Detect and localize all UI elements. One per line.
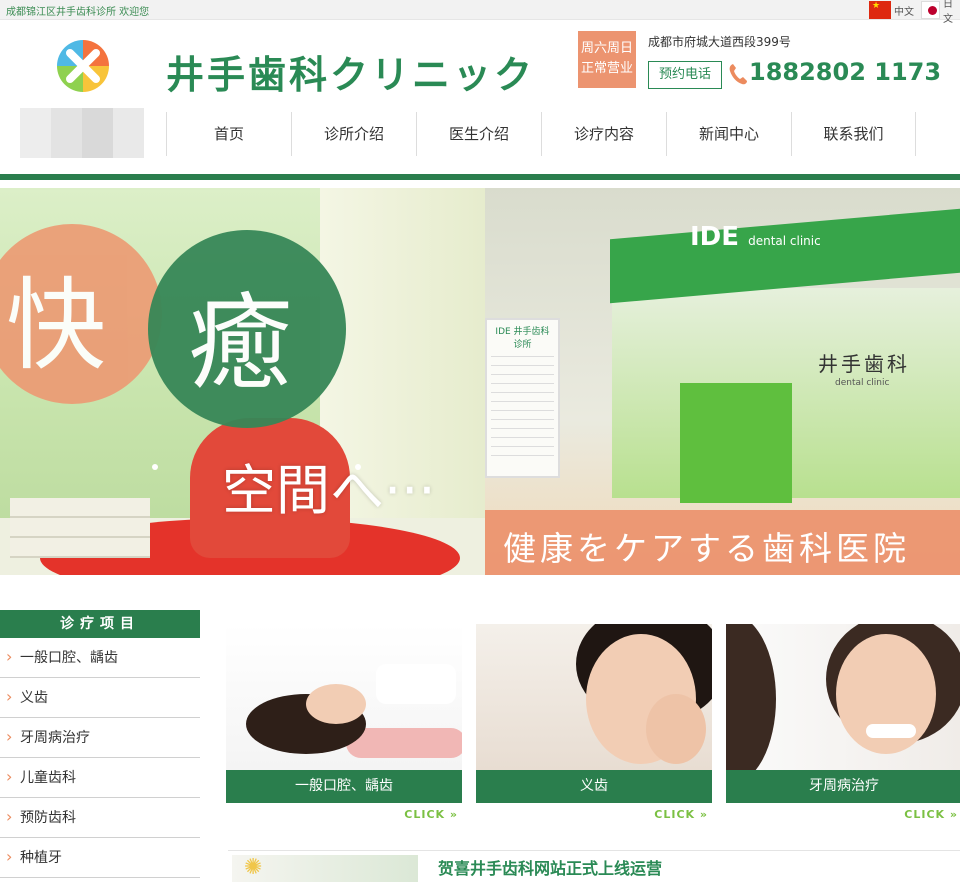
nav-divider	[0, 174, 960, 180]
phone-number[interactable]: 1882802 1173	[749, 58, 941, 86]
banner-poster: IDE 井手齿科诊所	[485, 318, 560, 478]
nav-contact[interactable]: 联系我们	[791, 112, 916, 156]
sun-decoration-icon: ✺	[244, 855, 263, 880]
banner-space-text: 空間へ···	[222, 459, 436, 522]
click-link[interactable]: CLICK »	[476, 803, 712, 821]
weekend-open-badge: 周六周日 正常营业	[578, 31, 636, 88]
banner-dot-left	[152, 464, 158, 470]
nav-treatments[interactable]: 诊疗内容	[541, 112, 666, 156]
card-label: 一般口腔、龋齿	[226, 770, 462, 803]
sidebar-item-implant[interactable]: 种植牙	[0, 837, 200, 878]
nav-home[interactable]: 首页	[166, 112, 291, 156]
click-link[interactable]: CLICK »	[726, 803, 960, 821]
lang-cn-label: 中文	[894, 6, 914, 18]
sidebar-item-pediatric[interactable]: 儿童齿科	[0, 757, 200, 798]
nav-clinic-intro[interactable]: 诊所介绍	[291, 112, 416, 156]
welcome-text: 成都锦江区井手齿科诊所 欢迎您	[6, 7, 150, 18]
card-label: 义齿	[476, 770, 712, 803]
lang-cn-link[interactable]: 中文	[869, 0, 914, 20]
nav-doctors[interactable]: 医生介绍	[416, 112, 541, 156]
wall-brand: 井手歯科	[818, 352, 910, 376]
sidebar-item-periodontal[interactable]: 牙周病治疗	[0, 717, 200, 758]
treatment-card-periodontal[interactable]: 牙周病治疗 CLICK »	[726, 624, 960, 824]
top-bar: 成都锦江区井手齿科诊所 欢迎您 中文 日文	[0, 0, 960, 25]
poster-title: IDE 井手齿科诊所	[495, 327, 550, 350]
treatment-card-denture[interactable]: 义齿 CLICK »	[476, 624, 712, 824]
tagline-band: 健康をケアする歯科医院	[485, 510, 960, 575]
clinic-logo-icon[interactable]	[56, 39, 110, 93]
sidebar-item-general[interactable]: 一般口腔、龋齿	[0, 637, 200, 678]
china-flag-icon	[869, 1, 891, 19]
card-label: 牙周病治疗	[726, 770, 960, 803]
sidebar-item-preventive[interactable]: 预防齿科	[0, 797, 200, 838]
hero-banner[interactable]: IDE dental clinic IDE 井手齿科诊所 井手歯科 dental…	[0, 188, 960, 575]
clinic-address: 成都市府城大道西段399号	[648, 35, 791, 49]
book-phone-button[interactable]: 预约电话	[648, 61, 722, 89]
news-item[interactable]: ✺ 贺喜井手齿科网站正式上线运营	[228, 850, 960, 882]
wall-brand-sub: dental clinic	[835, 378, 890, 388]
weekend-line2: 正常营业	[580, 61, 633, 76]
japan-flag-icon	[921, 1, 940, 19]
treatment-sidebar: 诊疗项目 一般口腔、龋齿 义齿 牙周病治疗 儿童齿科 预防齿科 种植牙	[0, 610, 200, 878]
secondary-logo-blurred	[20, 108, 144, 158]
click-link[interactable]: CLICK »	[226, 803, 462, 821]
sidebar-item-denture[interactable]: 义齿	[0, 677, 200, 718]
phone-icon	[729, 64, 747, 85]
banner-green-desk	[680, 383, 792, 503]
main-nav: 首页 诊所介绍 医生介绍 诊疗内容 新闻中心 联系我们	[166, 112, 916, 156]
banner-steps	[10, 498, 150, 558]
card-photo-dental-chair	[226, 624, 462, 770]
banner-sign-text: IDE dental clinic	[690, 222, 821, 252]
lang-jp-label: 日文	[943, 0, 953, 25]
nav-news[interactable]: 新闻中心	[666, 112, 791, 156]
card-photo-elderly-woman	[476, 624, 712, 770]
yu-circle: 癒	[148, 230, 346, 428]
sidebar-title: 诊疗项目	[0, 610, 200, 638]
weekend-line1: 周六周日	[580, 41, 633, 56]
news-thumbnail: ✺	[232, 855, 418, 882]
treatment-card-general[interactable]: 一般口腔、龋齿 CLICK »	[226, 624, 462, 824]
brand-title[interactable]: 井手歯科クリニック	[166, 44, 535, 99]
lang-jp-link[interactable]: 日文	[921, 0, 960, 25]
card-photo-woman-teeth	[726, 624, 960, 770]
poster-lines	[491, 356, 554, 456]
news-title[interactable]: 贺喜井手齿科网站正式上线运营	[438, 855, 662, 879]
